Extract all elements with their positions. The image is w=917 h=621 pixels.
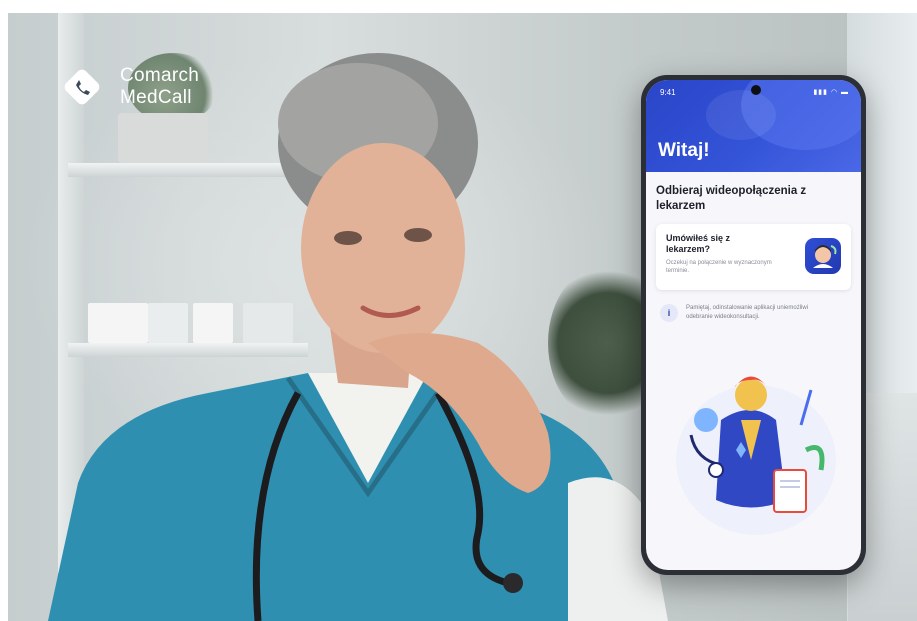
info-icon: i	[660, 304, 678, 322]
hero-photo: Comarch MedCall 9:41 ▮▮▮ ◠ ▬ Witaj! Odbi…	[8, 13, 917, 621]
brand-name-line2: MedCall	[120, 87, 192, 108]
status-icons: ▮▮▮ ◠ ▬	[813, 89, 849, 96]
info-text: Pamiętaj, odinstalowanie aplikacji uniem…	[686, 305, 809, 320]
brand-name-line1: Comarch	[120, 65, 200, 86]
app-screen: 9:41 ▮▮▮ ◠ ▬ Witaj! Odbieraj wideopołącz…	[646, 80, 861, 570]
card-description: Oczekuj na połączenie w wyznaczonym term…	[666, 260, 772, 274]
doctor-illustration	[676, 376, 836, 535]
doctor-video-icon	[805, 238, 841, 274]
header-decoration	[706, 90, 776, 140]
info-notice: i Pamiętaj, odinstalowanie aplikacji uni…	[656, 300, 851, 326]
status-bar: 9:41 ▮▮▮ ◠ ▬	[660, 88, 849, 97]
appointment-card[interactable]: Umówiłeś się z lekarzem? Oczekuj na połą…	[656, 224, 851, 290]
medcall-logo-icon	[64, 69, 100, 105]
greeting-title: Witaj!	[658, 140, 710, 161]
app-header: 9:41 ▮▮▮ ◠ ▬ Witaj!	[646, 80, 861, 172]
brand-logo: Comarch MedCall	[58, 63, 199, 111]
status-time: 9:41	[660, 88, 676, 97]
phone-mockup: 9:41 ▮▮▮ ◠ ▬ Witaj! Odbieraj wideopołącz…	[641, 75, 866, 575]
headline: Odbieraj wideopołączenia z lekarzem	[656, 185, 807, 212]
app-content: Odbieraj wideopołączenia z lekarzem Umów…	[646, 172, 861, 326]
card-title: Umówiłeś się z lekarzem?	[666, 233, 731, 254]
